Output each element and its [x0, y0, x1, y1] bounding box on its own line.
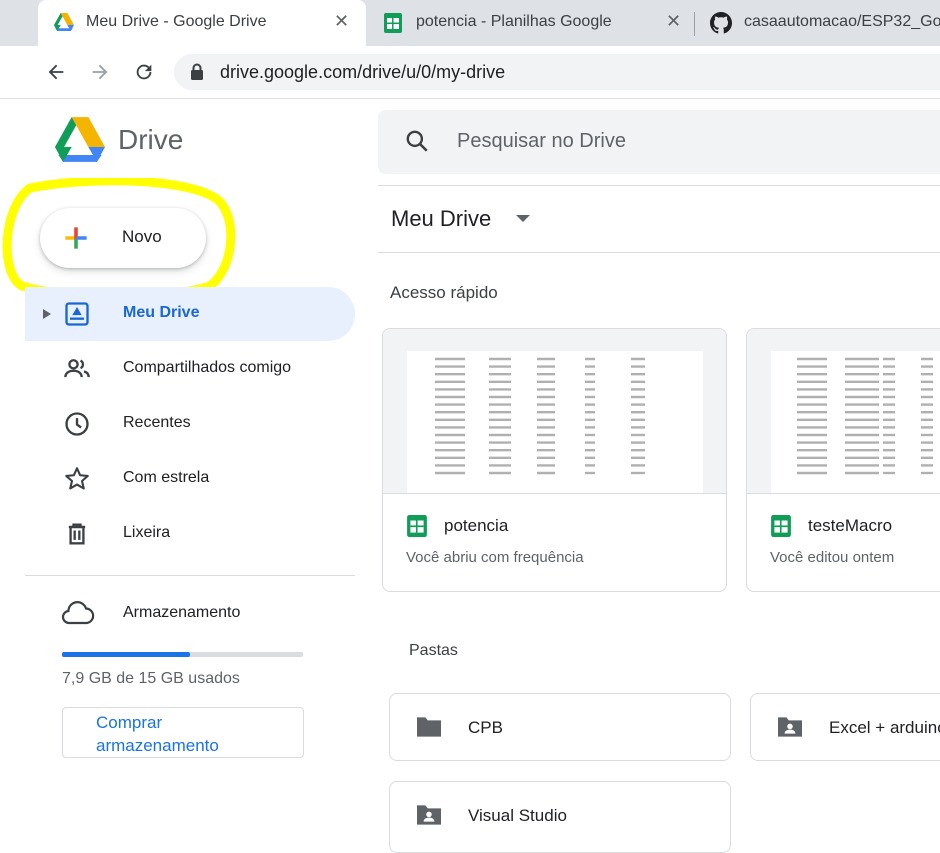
storage-bar — [62, 652, 303, 657]
storage-label[interactable]: Armazenamento — [123, 604, 240, 622]
expand-arrow-icon[interactable] — [43, 309, 51, 319]
lock-icon — [191, 63, 203, 80]
url-text: drive.google.com/drive/u/0/my-drive — [220, 62, 506, 82]
trash-icon — [68, 523, 86, 545]
sidebar-item-compartilhados[interactable]: Compartilhados comigo — [25, 342, 355, 396]
my-drive-icon — [65, 302, 89, 326]
github-icon — [710, 12, 732, 34]
google-sheets-icon — [407, 515, 427, 537]
google-sheets-icon — [771, 515, 791, 537]
tab-github[interactable]: casaautomacao/ESP32_Goo — [700, 0, 940, 46]
clock-icon — [65, 412, 89, 436]
sidebar-item-label: Com estrela — [123, 469, 210, 486]
sidebar-item-label: Meu Drive — [123, 304, 200, 321]
new-button-label: Novo — [122, 227, 162, 246]
caret-down-icon[interactable] — [516, 215, 530, 223]
people-icon — [64, 359, 90, 378]
folder-name: CPB — [468, 718, 503, 737]
folder-item[interactable]: Visual Studio — [389, 781, 731, 853]
folders-title: Pastas — [409, 642, 458, 659]
drive-logo-text: Drive — [118, 124, 184, 155]
folder-item[interactable]: CPB — [389, 693, 731, 761]
file-thumbnail — [383, 329, 726, 494]
sidebar-item-lixeira[interactable]: Lixeira — [25, 507, 355, 561]
sidebar-divider — [25, 575, 355, 576]
back-button[interactable] — [42, 58, 70, 86]
shared-folder-icon — [778, 717, 802, 737]
storage-used-text: 7,9 GB de 15 GB usados — [62, 670, 240, 687]
folder-item[interactable]: Excel + arduino — [750, 693, 940, 761]
close-tab-icon[interactable]: ✕ — [666, 11, 681, 32]
file-name: potencia — [444, 516, 509, 535]
tab-title: casaautomacao/ESP32_Goo — [744, 13, 940, 30]
file-subtitle: Você abriu com frequência — [406, 549, 584, 566]
page-title[interactable]: Meu Drive — [391, 206, 491, 232]
buy-storage-label-line2: armazenamento — [96, 736, 219, 755]
quick-access-card[interactable]: testeMacro Você editou ontem — [746, 328, 940, 592]
sidebar-item-label: Lixeira — [123, 524, 171, 541]
tab-potencia[interactable]: potencia - Planilhas Google ✕ — [370, 0, 690, 46]
tab-meu-drive[interactable]: Meu Drive - Google Drive ✕ — [38, 0, 366, 46]
tab-divider — [694, 12, 695, 36]
buy-storage-label-line1: Comprar — [96, 713, 163, 732]
storage-bar-fill — [62, 652, 190, 657]
search-icon[interactable] — [404, 128, 430, 154]
drive-logo-icon — [55, 117, 105, 162]
shared-folder-icon — [417, 805, 441, 825]
new-button[interactable]: Novo — [40, 208, 206, 268]
tab-title: Meu Drive - Google Drive — [86, 13, 267, 30]
sheet-preview-lines — [797, 357, 933, 475]
title-divider — [378, 252, 940, 253]
sheet-preview — [771, 351, 940, 493]
arrow-left-icon — [48, 64, 64, 80]
close-tab-icon[interactable]: ✕ — [334, 11, 349, 32]
google-sheets-icon — [384, 13, 402, 33]
buy-storage-button[interactable]: Comprar armazenamento — [62, 707, 304, 758]
tab-title: potencia - Planilhas Google — [416, 13, 612, 30]
sheet-preview-lines — [435, 357, 645, 475]
reload-button[interactable] — [130, 58, 158, 86]
file-thumbnail — [747, 329, 940, 494]
quick-access-title: Acesso rápido — [390, 283, 498, 302]
file-name: testeMacro — [808, 516, 893, 535]
cloud-icon — [61, 601, 95, 625]
sheet-preview — [407, 351, 703, 493]
folder-icon — [417, 717, 441, 737]
sidebar-item-label: Recentes — [123, 414, 191, 431]
folder-name: Excel + arduino — [829, 718, 940, 737]
folder-name: Visual Studio — [468, 806, 567, 825]
plus-icon — [65, 227, 87, 249]
file-subtitle: Você editou ontem — [770, 549, 895, 566]
star-icon — [65, 467, 89, 490]
sidebar-item-com-estrela[interactable]: Com estrela — [25, 452, 355, 506]
reload-icon — [136, 64, 152, 80]
header-divider — [378, 185, 940, 186]
sidebar-item-recentes[interactable]: Recentes — [25, 397, 355, 451]
google-drive-icon — [54, 13, 74, 31]
sidebar-item-label: Compartilhados comigo — [123, 359, 292, 376]
forward-button[interactable] — [86, 58, 114, 86]
search-input[interactable]: Pesquisar no Drive — [457, 130, 626, 153]
sidebar-item-meu-drive[interactable]: Meu Drive — [25, 287, 355, 341]
arrow-right-icon — [92, 64, 108, 80]
quick-access-card[interactable]: potencia Você abriu com frequência — [382, 328, 727, 592]
